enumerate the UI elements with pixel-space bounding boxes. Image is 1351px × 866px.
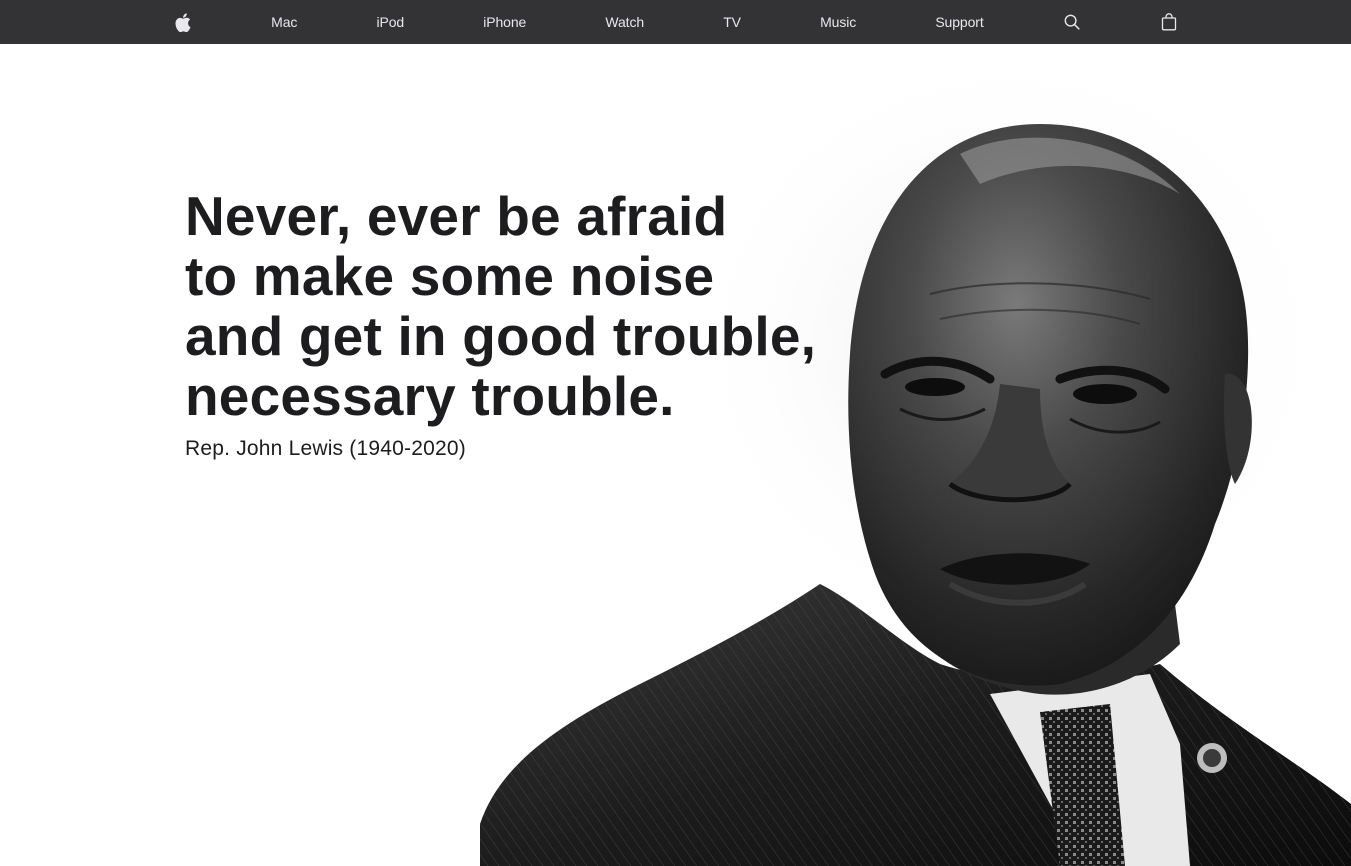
global-nav-list: Mac iPod iPhone Watch TV Music Support [166,0,1186,44]
quote-line: necessary trouble. [185,365,675,427]
hero-section: Never, ever be afraid to make some noise… [0,44,1351,866]
quote-headline: Never, ever be afraid to make some noise… [185,186,845,426]
quote-block: Never, ever be afraid to make some noise… [185,186,845,462]
nav-item-iphone[interactable]: iPhone [475,0,534,44]
quote-line: to make some noise [185,245,715,307]
apple-logo-icon[interactable] [166,0,200,44]
search-icon[interactable] [1055,0,1089,44]
nav-item-watch[interactable]: Watch [597,0,652,44]
quote-line: and get in good trouble, [185,305,817,367]
nav-item-music[interactable]: Music [812,0,864,44]
quote-attribution: Rep. John Lewis (1940-2020) [185,437,466,460]
quote-line: Never, ever be afraid [185,185,728,247]
nav-item-ipod[interactable]: iPod [368,0,412,44]
nav-item-tv[interactable]: TV [715,0,749,44]
nav-item-support[interactable]: Support [927,0,991,44]
global-nav: Mac iPod iPhone Watch TV Music Support [0,0,1351,44]
nav-item-mac[interactable]: Mac [263,0,305,44]
shopping-bag-icon[interactable] [1152,0,1186,44]
